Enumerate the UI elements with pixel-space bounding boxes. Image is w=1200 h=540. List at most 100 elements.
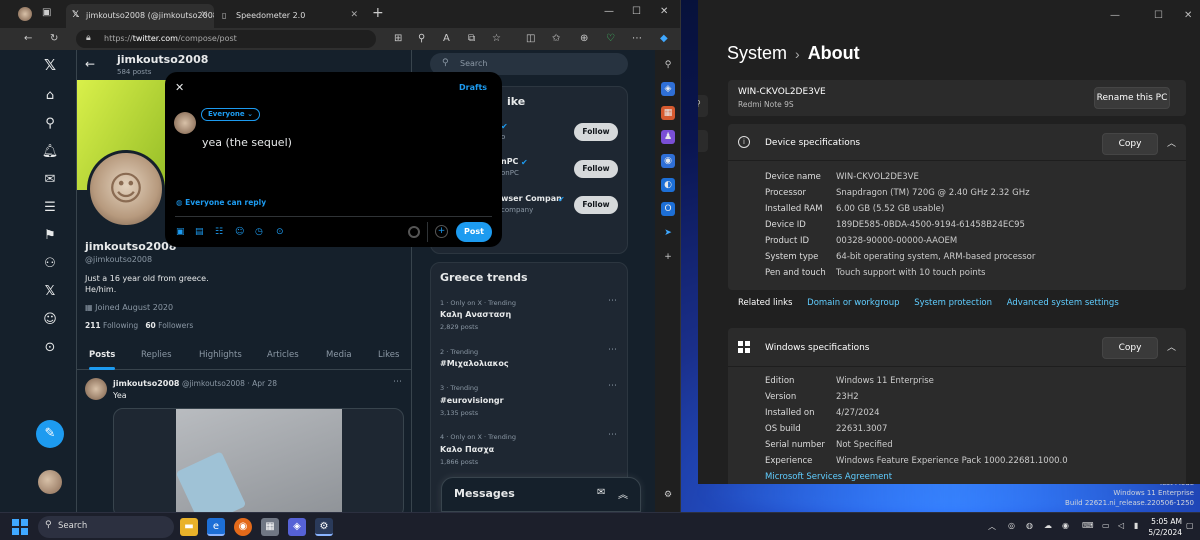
breadcrumb-system[interactable]: System — [727, 43, 787, 63]
trend-more-icon[interactable]: ⋯ — [608, 430, 617, 440]
notifications-icon[interactable]: 🔔︎ — [41, 144, 59, 162]
copilot-sidebar-icon[interactable]: ◉ — [661, 154, 675, 168]
tab-replies[interactable]: Replies — [141, 350, 172, 360]
bookmarks-icon[interactable]: ⚑ — [41, 228, 59, 246]
tools-icon[interactable]: ▦ — [661, 106, 675, 120]
address-bar[interactable]: 🔒︎ https://twitter.com/compose/post — [76, 30, 376, 48]
communities-icon[interactable]: ⚇ — [41, 256, 59, 274]
poll-icon[interactable]: ☷ — [215, 227, 223, 237]
visual-studio-icon[interactable]: ◈ — [288, 518, 306, 536]
profile-avatar[interactable] — [18, 7, 32, 21]
maximize-icon[interactable]: ☐ — [1154, 10, 1163, 21]
device-manager-icon[interactable]: ▦ — [261, 518, 279, 536]
tray-app-icon[interactable]: ◍ — [1026, 521, 1033, 530]
close-icon[interactable]: ✕ — [660, 6, 668, 17]
notification-icon[interactable]: ▢ — [1186, 521, 1194, 530]
followers-label[interactable]: Followers — [158, 321, 193, 330]
domain-workgroup-link[interactable]: Domain or workgroup — [807, 298, 899, 308]
performance-icon[interactable]: ♡ — [606, 33, 615, 44]
compose-post-button[interactable]: ✎ — [36, 420, 64, 448]
tab-posts[interactable]: Posts — [89, 350, 115, 360]
start-button[interactable] — [12, 519, 28, 535]
post-avatar[interactable] — [85, 378, 107, 400]
drafts-button[interactable]: Drafts — [459, 83, 487, 92]
taskbar-search[interactable]: ⚲ Search — [38, 516, 174, 538]
read-aloud-icon[interactable]: A — [443, 33, 450, 44]
more-menu-icon[interactable]: ⋯ — [632, 33, 642, 44]
close-icon[interactable]: ✕ — [1184, 10, 1192, 21]
tray-overflow-icon[interactable]: ︿ — [988, 521, 996, 532]
follow-button[interactable]: Follow — [574, 160, 618, 178]
settings-search-stub[interactable]: ⚲ — [698, 95, 708, 117]
gear-icon[interactable]: ⚙ — [661, 488, 675, 502]
profile-avatar[interactable]: ☺ — [87, 150, 165, 228]
shopping-icon[interactable]: ◈ — [661, 82, 675, 96]
profile-icon[interactable]: ☺ — [41, 312, 59, 330]
add-icon[interactable]: + — [661, 250, 675, 264]
copy-windows-specs-button[interactable]: Copy — [1102, 337, 1158, 359]
favorite-icon[interactable]: ☆ — [492, 33, 501, 44]
messages-drawer[interactable]: Messages ✉ ︽ — [441, 477, 641, 512]
battery-icon[interactable]: ▮ — [1134, 521, 1138, 530]
office-icon[interactable]: ◐ — [661, 178, 675, 192]
reply-setting[interactable]: ◍ Everyone can reply — [176, 198, 266, 207]
split-screen-icon[interactable]: ◫ — [526, 33, 535, 44]
lists-icon[interactable]: ☰ — [41, 200, 59, 218]
search-icon[interactable]: ⚲ — [661, 58, 675, 72]
followers-count[interactable]: 60 — [145, 321, 155, 330]
advanced-system-settings-link[interactable]: Advanced system settings — [1007, 298, 1119, 308]
trend-more-icon[interactable]: ⋯ — [608, 381, 617, 391]
close-tab-icon[interactable]: ✕ — [350, 10, 358, 20]
clock[interactable]: 5:05 AM 5/2/2024 — [1140, 516, 1182, 538]
send-icon[interactable]: ➤ — [661, 226, 675, 240]
tab-actions-icon[interactable]: ▣ — [42, 7, 51, 18]
tab-media[interactable]: Media — [326, 350, 352, 360]
emoji-icon[interactable]: ☺ — [235, 227, 244, 237]
minimize-icon[interactable]: — — [1110, 10, 1120, 21]
location-icon[interactable]: ⊙ — [276, 227, 284, 237]
compose-avatar[interactable] — [174, 112, 196, 134]
network-icon[interactable]: ▭ — [1102, 521, 1110, 530]
premium-icon[interactable]: 𝕏 — [41, 284, 59, 302]
add-post-icon[interactable]: + — [435, 225, 448, 238]
compose-textarea[interactable]: yea (the sequel) — [202, 136, 292, 149]
extensions-icon[interactable]: ⧉ — [468, 33, 475, 44]
tray-app-icon[interactable]: ◉ — [1062, 521, 1069, 530]
volume-icon[interactable]: ◁ — [1118, 521, 1124, 530]
gif-icon[interactable]: ▤ — [195, 227, 204, 237]
close-icon[interactable]: ✕ — [175, 81, 184, 94]
favorites-icon[interactable]: ✩ — [552, 33, 560, 44]
tab-speedometer[interactable]: ▯ Speedometer 2.0 ✕ — [216, 4, 364, 28]
chevron-up-icon[interactable]: ︿ — [1167, 136, 1176, 149]
tab-highlights[interactable]: Highlights — [199, 350, 242, 360]
refresh-icon[interactable]: ↻ — [50, 33, 58, 44]
x-logo-icon[interactable]: 𝕏 — [41, 56, 59, 74]
onedrive-icon[interactable]: ☁ — [1044, 521, 1052, 530]
settings-taskbar-icon[interactable]: ⚙ — [315, 518, 333, 536]
follow-button[interactable]: Follow — [574, 123, 618, 141]
schedule-icon[interactable]: ◷ — [255, 227, 263, 237]
back-arrow-icon[interactable]: ← — [85, 57, 95, 71]
post-button[interactable]: Post — [456, 222, 492, 242]
trend-more-icon[interactable]: ⋯ — [608, 296, 617, 306]
copilot-icon[interactable]: ◆ — [660, 33, 668, 44]
settings-nav-stub[interactable] — [698, 130, 708, 152]
copy-device-specs-button[interactable]: Copy — [1102, 133, 1158, 155]
file-explorer-icon[interactable]: ▬ — [180, 518, 198, 536]
follow-button[interactable]: Follow — [574, 196, 618, 214]
firefox-icon[interactable]: ◉ — [234, 518, 252, 536]
following-label[interactable]: Following — [103, 321, 138, 330]
chevron-up-icon[interactable]: ︿ — [1167, 340, 1176, 353]
tab-likes[interactable]: Likes — [378, 350, 399, 360]
following-count[interactable]: 211 — [85, 321, 101, 330]
post-media[interactable] — [113, 408, 404, 512]
close-tab-icon[interactable]: ✕ — [200, 10, 208, 20]
account-avatar[interactable] — [38, 470, 62, 494]
lock-icon[interactable]: 🔒︎ — [86, 33, 91, 43]
explore-icon[interactable]: ⚲ — [41, 116, 59, 134]
system-protection-link[interactable]: System protection — [914, 298, 992, 308]
back-icon[interactable]: ← — [24, 33, 32, 44]
games-icon[interactable]: ♟ — [661, 130, 675, 144]
tray-app-icon[interactable]: ◎ — [1008, 521, 1015, 530]
post-more-icon[interactable]: ⋯ — [393, 377, 402, 387]
